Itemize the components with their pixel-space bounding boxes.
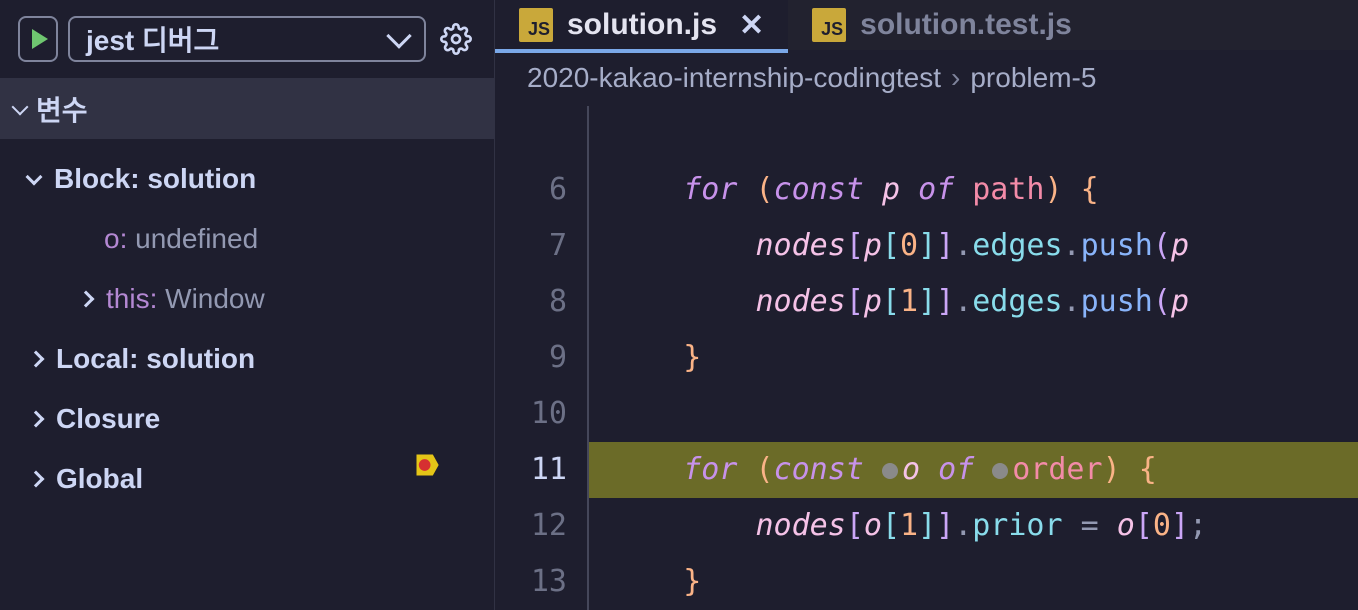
variable-this[interactable]: this: Window [28, 269, 480, 329]
scope-local[interactable]: Local: solution [28, 329, 480, 389]
inline-breakpoint-dot[interactable] [992, 463, 1008, 479]
tab-solution-js[interactable]: JS solution.js ✕ [495, 0, 788, 50]
play-icon [32, 29, 48, 49]
code-line[interactable]: nodes[p[0]].edges.push(p [587, 218, 1358, 274]
line-number[interactable]: 6 [495, 162, 567, 218]
scope-block[interactable]: Block: solution [28, 149, 480, 209]
line-number[interactable]: 11 [495, 442, 567, 498]
js-icon: JS [812, 8, 846, 42]
line-number[interactable]: 12 [495, 498, 567, 554]
spacer [78, 233, 90, 245]
chevron-right-icon [78, 291, 95, 308]
chevron-right-icon [28, 471, 45, 488]
start-debug-button[interactable] [18, 16, 58, 62]
chevron-down-icon [12, 99, 29, 116]
chevron-down-icon [26, 169, 43, 186]
code-area[interactable]: for (const p of path) { nodes[p[0]].edge… [587, 106, 1358, 610]
debug-toolbar: jest 디버그 [0, 0, 494, 79]
variable-value: Window [165, 283, 265, 314]
variable-value: undefined [135, 223, 258, 254]
debug-config-select[interactable]: jest 디버그 [68, 16, 426, 62]
variables-section-header[interactable]: 변수 [0, 79, 494, 139]
breakpoint-icon[interactable] [413, 442, 441, 498]
code-line[interactable] [587, 106, 1358, 162]
code-line[interactable] [587, 386, 1358, 442]
chevron-down-icon [386, 23, 411, 48]
debug-settings-button[interactable] [436, 23, 476, 55]
line-number[interactable]: 10 [495, 386, 567, 442]
chevron-right-icon [28, 411, 45, 428]
tab-filename: solution.js [567, 8, 717, 42]
variable-key: this: [106, 283, 157, 314]
close-icon[interactable]: ✕ [739, 8, 764, 43]
line-number[interactable] [495, 106, 567, 162]
gear-icon [440, 23, 472, 55]
variable-o[interactable]: o: undefined [28, 209, 480, 269]
inline-breakpoint-dot[interactable] [882, 463, 898, 479]
line-number[interactable]: 8 [495, 274, 567, 330]
code-line[interactable]: for (const o of order) { [587, 442, 1358, 498]
chevron-right-icon [28, 351, 45, 368]
code-editor[interactable]: 678910111213 for (const p of path) { nod… [495, 106, 1358, 610]
code-line[interactable]: } [587, 330, 1358, 386]
tab-solution-test-js[interactable]: JS solution.test.js [788, 0, 1096, 50]
line-gutter: 678910111213 [495, 106, 587, 610]
code-line[interactable]: } [587, 554, 1358, 610]
debug-sidebar: jest 디버그 변수 Block: solution o: undefined… [0, 0, 495, 610]
tab-filename: solution.test.js [860, 8, 1072, 42]
line-number[interactable]: 13 [495, 554, 567, 610]
variables-section-title: 변수 [36, 89, 88, 129]
editor-panel: JS solution.js ✕ JS solution.test.js 202… [495, 0, 1358, 610]
breadcrumb-part[interactable]: problem-5 [970, 62, 1096, 94]
chevron-right-icon: › [951, 62, 960, 94]
line-number[interactable]: 7 [495, 218, 567, 274]
breadcrumb-part[interactable]: 2020-kakao-internship-codingtest [527, 62, 941, 94]
scope-label: Closure [56, 403, 160, 435]
scope-label: Block: solution [54, 163, 256, 195]
line-number[interactable]: 9 [495, 330, 567, 386]
js-icon: JS [519, 8, 553, 42]
scope-label: Global [56, 463, 143, 495]
code-line[interactable]: nodes[p[1]].edges.push(p [587, 274, 1358, 330]
editor-tabs: JS solution.js ✕ JS solution.test.js [495, 0, 1358, 50]
scope-label: Local: solution [56, 343, 255, 375]
code-line[interactable]: for (const p of path) { [587, 162, 1358, 218]
variable-key: o: [104, 223, 127, 254]
code-line[interactable]: nodes[o[1]].prior = o[0]; [587, 498, 1358, 554]
scope-closure[interactable]: Closure [28, 389, 480, 449]
breadcrumb: 2020-kakao-internship-codingtest › probl… [495, 50, 1358, 106]
debug-config-name: jest 디버그 [86, 19, 219, 59]
